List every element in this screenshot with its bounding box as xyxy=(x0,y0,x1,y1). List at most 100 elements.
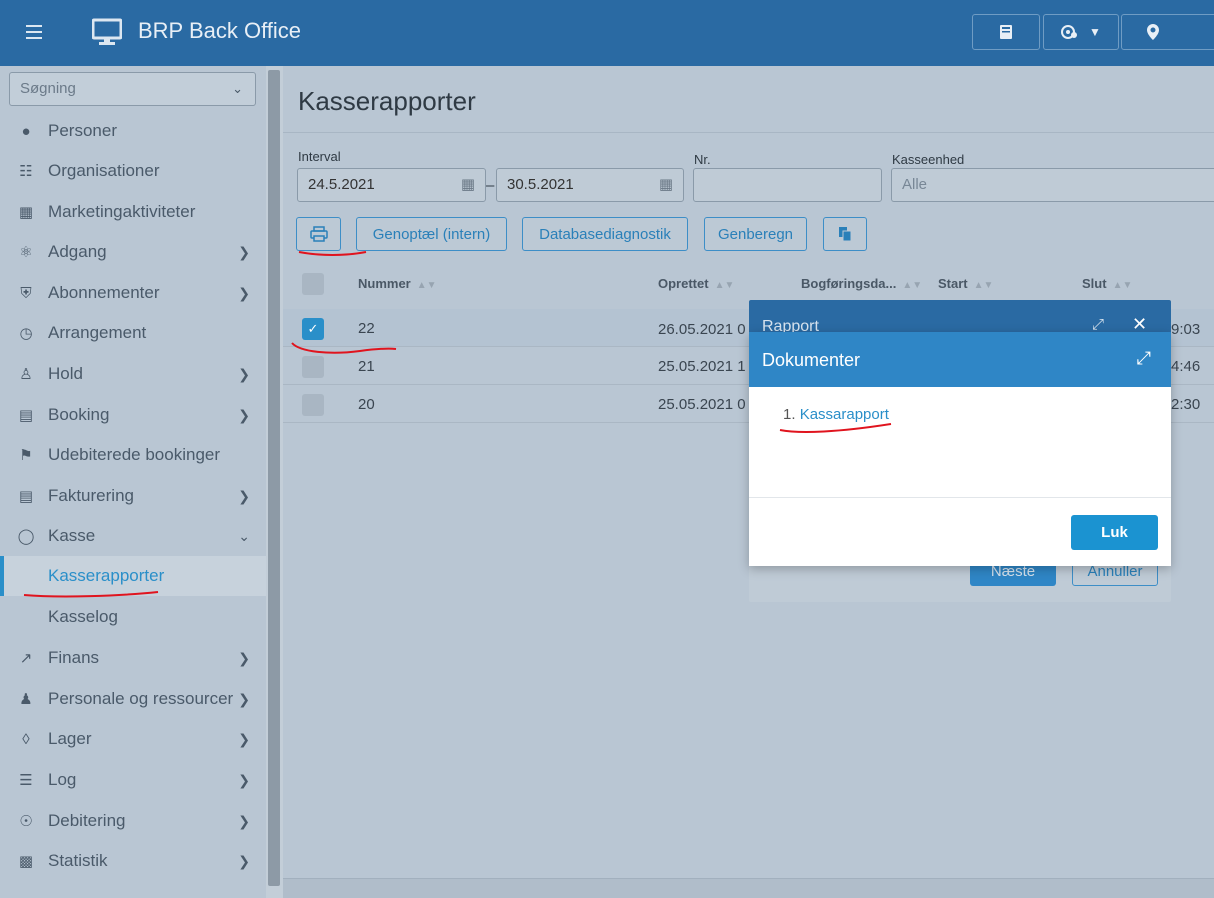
databasediagnostik-button[interactable]: Databasediagnostik xyxy=(522,217,688,251)
key-icon: ⚛ xyxy=(19,244,33,261)
sidebar-item-organisationer[interactable]: ☷ Organisationer xyxy=(0,151,266,191)
bar-chart-icon: ▩ xyxy=(18,853,34,870)
nr-input[interactable] xyxy=(693,168,882,202)
sidebar-item-personale-og-ressourcer[interactable]: ♟ Personale og ressourcer ❯ xyxy=(0,679,266,719)
sidebar-item-statistik[interactable]: ▩ Statistik ❯ xyxy=(0,841,266,881)
sidebar-item-fakturering[interactable]: ▤ Fakturering ❯ xyxy=(0,476,266,516)
monitor-icon xyxy=(92,18,122,45)
chevron-right-icon: ❯ xyxy=(238,284,250,301)
user-settings-icon xyxy=(1061,25,1078,39)
bottom-bar xyxy=(283,878,1214,898)
select-all-checkbox[interactable] xyxy=(302,273,324,295)
staff-icon: ♟ xyxy=(19,691,33,708)
sidebar-item-marketingaktiviteter[interactable]: ▦ Marketingaktiviteter xyxy=(0,192,266,232)
sidebar-item-finans[interactable]: ↗ Finans ❯ xyxy=(0,638,266,678)
sidebar-item-log[interactable]: ☰ Log ❯ xyxy=(0,760,266,800)
genoptael-button[interactable]: Genoptæl (intern) xyxy=(356,217,507,251)
sidebar-scrollbar-thumb[interactable] xyxy=(268,70,280,886)
row-checkbox[interactable]: ✓ xyxy=(302,318,324,340)
sidebar-item-arrangement[interactable]: ◷ Arrangement xyxy=(0,313,266,353)
calendar-icon[interactable]: ▦ xyxy=(659,169,673,201)
row-nummer: 20 xyxy=(358,396,375,413)
chevron-right-icon: ❯ xyxy=(238,365,250,382)
chevron-right-icon: ❯ xyxy=(238,649,250,666)
sidebar-item-booking[interactable]: ▤ Booking ❯ xyxy=(0,395,266,435)
expand-icon[interactable]: ⤢ xyxy=(1137,348,1151,369)
chevron-right-icon: ❯ xyxy=(238,812,250,829)
nr-label: Nr. xyxy=(694,152,711,167)
sidebar-item-hold[interactable]: ♙ Hold ❯ xyxy=(0,354,266,394)
book-icon xyxy=(1000,25,1012,39)
coins-icon: ◯ xyxy=(17,528,35,545)
calendar-clock-icon: ◷ xyxy=(19,325,33,342)
page-title: Kasserapporter xyxy=(298,86,476,116)
sidebar-item-personer[interactable]: ● Personer xyxy=(0,111,266,151)
check-icon: ✓ xyxy=(307,321,319,336)
sidebar-item-kasserapporter[interactable]: Kasserapporter xyxy=(0,556,266,596)
printer-icon xyxy=(309,226,328,242)
expand-icon[interactable]: ⤢ xyxy=(1092,316,1104,333)
person-icon: ● xyxy=(21,122,31,140)
trend-icon: ↗ xyxy=(19,650,33,667)
kassarapport-link[interactable]: Kassarapport xyxy=(800,406,889,423)
sort-icon: ▲▼ xyxy=(973,280,994,291)
row-checkbox[interactable] xyxy=(302,356,324,378)
sidebar-item-kasselog[interactable]: Kasselog xyxy=(0,597,266,637)
row-nummer: 22 xyxy=(358,320,375,337)
chevron-down-icon: ⌄ xyxy=(232,81,243,96)
org-chart-icon: ☷ xyxy=(19,163,33,180)
dialog-footer-divider xyxy=(749,497,1171,498)
kasseenhed-label: Kasseenhed xyxy=(892,152,965,167)
row-oprettet: 26.05.2021 0 xyxy=(658,321,746,338)
row-slut: 9:03 xyxy=(1171,321,1201,338)
sidebar-item-debitering[interactable]: ☉ Debitering ❯ xyxy=(0,801,266,841)
column-header-bogforingsdato[interactable]: Bogføringsda... ▲▼ xyxy=(801,276,922,291)
row-nummer: 21 xyxy=(358,358,375,375)
date-from-field[interactable]: 24.5.2021 ▦ xyxy=(297,168,486,202)
document-list: 1. Kassarapport xyxy=(783,406,889,423)
chevron-right-icon: ❯ xyxy=(238,730,250,747)
book-button[interactable] xyxy=(972,14,1040,50)
chevron-down-icon: ⌄ xyxy=(238,527,250,544)
row-checkbox[interactable] xyxy=(302,394,324,416)
sort-icon: ▲▼ xyxy=(902,280,923,291)
sidebar-item-lager[interactable]: ◊ Lager ❯ xyxy=(0,719,266,759)
user-settings-button[interactable]: ▼ xyxy=(1043,14,1119,50)
invoice-icon: ▤ xyxy=(18,488,34,505)
print-button[interactable] xyxy=(296,217,341,251)
app-title: BRP Back Office xyxy=(138,18,302,43)
column-header-start[interactable]: Start ▲▼ xyxy=(938,276,993,291)
sidebar-item-udebiterede-bookinger[interactable]: ⚑ Udebiterede bookinger xyxy=(0,435,266,475)
row-oprettet: 25.05.2021 0 xyxy=(658,396,746,413)
cart-icon: ▤ xyxy=(18,407,34,424)
copy-icon xyxy=(839,227,852,242)
boxes-icon: ◊ xyxy=(22,730,30,748)
sidebar-item-adgang[interactable]: ⚛ Adgang ❯ xyxy=(0,232,266,272)
row-slut: 2:30 xyxy=(1171,396,1201,413)
calendar-icon: ▦ xyxy=(18,204,34,221)
close-button[interactable]: Luk xyxy=(1071,515,1158,550)
group-icon: ♙ xyxy=(19,366,33,383)
date-to-field[interactable]: 30.5.2021 ▦ xyxy=(496,168,684,202)
chevron-right-icon: ❯ xyxy=(238,690,250,707)
sidebar: Søgning ⌄ ● Personer ☷ Organisationer ▦ Mar… xyxy=(0,66,266,898)
copy-button[interactable] xyxy=(823,217,867,251)
row-oprettet: 25.05.2021 1 xyxy=(658,358,746,375)
search-select[interactable]: Søgning ⌄ xyxy=(9,72,256,106)
chevron-down-icon: ▼ xyxy=(1089,25,1101,39)
column-header-slut[interactable]: Slut ▲▼ xyxy=(1082,276,1132,291)
location-button[interactable] xyxy=(1121,14,1214,50)
dokumenter-dialog: Dokumenter ⤢ 1. Kassarapport Luk xyxy=(749,332,1171,566)
chevron-right-icon: ❯ xyxy=(238,771,250,788)
dokumenter-dialog-header: Dokumenter ⤢ xyxy=(749,332,1171,387)
sidebar-item-kasse[interactable]: ◯ Kasse ⌄ xyxy=(0,516,266,556)
genberegn-button[interactable]: Genberegn xyxy=(704,217,807,251)
column-header-nummer[interactable]: Nummer ▲▼ xyxy=(358,276,437,291)
column-header-oprettet[interactable]: Oprettet ▲▼ xyxy=(658,276,734,291)
sidebar-item-abonnementer[interactable]: ⛨ Abonnementer ❯ xyxy=(0,273,266,313)
calendar-icon[interactable]: ▦ xyxy=(461,169,475,201)
sort-icon: ▲▼ xyxy=(416,280,437,291)
kasseenhed-select[interactable]: Alle xyxy=(891,168,1214,202)
hamburger-icon[interactable] xyxy=(26,25,42,39)
flag-icon: ⚑ xyxy=(19,447,33,464)
